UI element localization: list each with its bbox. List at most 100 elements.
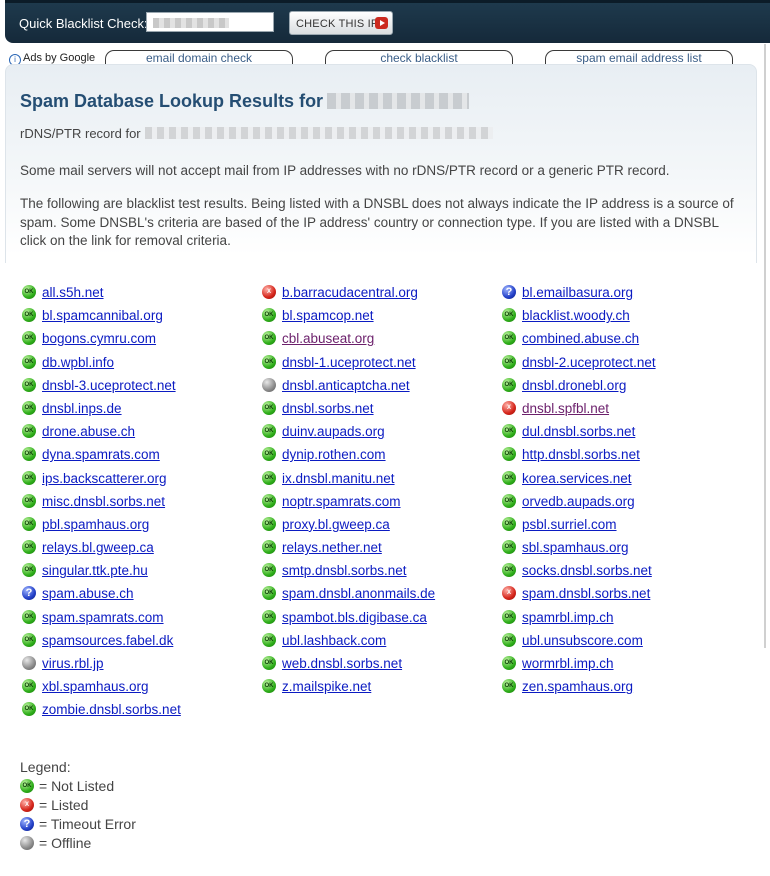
dnsbl-link[interactable]: proxy.bl.gweep.ca bbox=[282, 517, 390, 532]
dnsbl-link[interactable]: xbl.spamhaus.org bbox=[42, 679, 149, 694]
ok-status-icon: OK bbox=[262, 516, 276, 531]
ok-status-icon: OK bbox=[262, 586, 276, 601]
dnsbl-link[interactable]: dul.dnsbl.sorbs.net bbox=[522, 424, 635, 439]
dnsbl-link[interactable]: smtp.dnsbl.sorbs.net bbox=[282, 563, 407, 578]
dnsbl-link[interactable]: z.mailspike.net bbox=[282, 679, 371, 694]
ok-status-icon: OK bbox=[262, 400, 276, 415]
dnsbl-link[interactable]: bl.spamcannibal.org bbox=[42, 308, 163, 323]
dnsbl-link[interactable]: bl.emailbasura.org bbox=[522, 285, 633, 300]
ptr-note: Some mail servers will not accept mail f… bbox=[20, 163, 670, 178]
dnsbl-link[interactable]: zen.spamhaus.org bbox=[522, 679, 633, 694]
dnsbl-link[interactable]: all.s5h.net bbox=[42, 285, 104, 300]
ok-status-icon: OK bbox=[262, 331, 276, 346]
dnsbl-link[interactable]: spam.abuse.ch bbox=[42, 586, 134, 601]
check-ip-button[interactable]: CHECK THIS IP bbox=[289, 11, 393, 35]
dnsbl-link[interactable]: dnsbl-3.uceprotect.net bbox=[42, 378, 176, 393]
offline-status-icon bbox=[262, 377, 276, 392]
dnsbl-link[interactable]: spam.dnsbl.sorbs.net bbox=[522, 586, 650, 601]
legend-item: ? = Timeout Error bbox=[20, 816, 136, 835]
dnsbl-link[interactable]: ix.dnsbl.manitu.net bbox=[282, 471, 395, 486]
ok-status-icon: OK bbox=[262, 679, 276, 694]
ok-status-icon: OK bbox=[262, 470, 276, 485]
ok-status-icon: OK bbox=[262, 540, 276, 555]
dnsbl-link[interactable]: misc.dnsbl.sorbs.net bbox=[42, 494, 165, 509]
top-bar-rim bbox=[5, 0, 770, 3]
legend: Legend: OK = Not Listed X = Listed? = Timeou… bbox=[20, 759, 136, 854]
offline-status-icon bbox=[20, 836, 34, 850]
ok-status-icon: OK bbox=[502, 540, 516, 555]
dnsbl-link[interactable]: dyna.spamrats.com bbox=[42, 447, 160, 462]
dnsbl-link[interactable]: dnsbl.inps.de bbox=[42, 401, 122, 416]
ok-status-icon: OK bbox=[502, 656, 516, 670]
ok-status-icon: OK bbox=[22, 285, 36, 299]
dnsbl-link[interactable]: blacklist.woody.ch bbox=[522, 308, 630, 323]
dnsbl-link[interactable]: dnsbl.spfbl.net bbox=[522, 401, 609, 416]
ok-status-icon: OK bbox=[502, 377, 516, 392]
dnsbl-link[interactable]: b.barracudacentral.org bbox=[282, 285, 418, 300]
dnsbl-link[interactable]: dnsbl.sorbs.net bbox=[282, 401, 374, 416]
redacted-rdns bbox=[144, 127, 493, 139]
ok-status-icon: OK bbox=[502, 609, 516, 624]
play-icon bbox=[375, 17, 388, 29]
dnsbl-link[interactable]: dynip.rothen.com bbox=[282, 447, 386, 462]
dnsbl-link[interactable]: dnsbl.dronebl.org bbox=[522, 378, 626, 393]
offline-status-icon bbox=[22, 656, 36, 670]
rdns-label: rDNS/PTR record for bbox=[20, 126, 141, 141]
dnsbl-link[interactable]: bl.spamcop.net bbox=[282, 308, 374, 323]
dnsbl-link[interactable]: bogons.cymru.com bbox=[42, 331, 156, 346]
ok-status-icon: OK bbox=[22, 563, 36, 578]
dnsbl-link[interactable]: web.dnsbl.sorbs.net bbox=[282, 656, 402, 671]
legend-item-label: = Not Listed bbox=[39, 778, 115, 794]
dnsbl-link[interactable]: virus.rbl.jp bbox=[42, 656, 104, 671]
ip-input[interactable] bbox=[146, 12, 274, 32]
ok-status-icon: OK bbox=[22, 516, 36, 531]
dnsbl-link[interactable]: relays.bl.gweep.ca bbox=[42, 540, 154, 555]
dnsbl-link[interactable]: db.wpbl.info bbox=[42, 355, 114, 370]
ok-status-icon: OK bbox=[22, 470, 36, 485]
ok-status-icon: OK bbox=[262, 424, 276, 439]
dnsbl-link[interactable]: zombie.dnsbl.sorbs.net bbox=[42, 702, 181, 717]
dnsbl-link[interactable]: relays.nether.net bbox=[282, 540, 382, 555]
ok-status-icon: OK bbox=[22, 493, 36, 508]
dnsbl-link[interactable]: spamsources.fabel.dk bbox=[42, 633, 173, 648]
dnsbl-link[interactable]: singular.ttk.pte.hu bbox=[42, 563, 148, 578]
dnsbl-link[interactable]: orvedb.aupads.org bbox=[522, 494, 635, 509]
dnsbl-link[interactable]: korea.services.net bbox=[522, 471, 632, 486]
dnsbl-link[interactable]: pbl.spamhaus.org bbox=[42, 517, 149, 532]
legend-title: Legend: bbox=[20, 759, 71, 775]
dnsbl-link[interactable]: ips.backscatterer.org bbox=[42, 471, 167, 486]
dnsbl-link[interactable]: ubl.lashback.com bbox=[282, 633, 386, 648]
dnsbl-link[interactable]: spam.spamrats.com bbox=[42, 610, 164, 625]
dnsbl-link[interactable]: combined.abuse.ch bbox=[522, 331, 639, 346]
dnsbl-link[interactable]: noptr.spamrats.com bbox=[282, 494, 401, 509]
ok-status-icon: OK bbox=[22, 400, 36, 415]
ok-status-icon: OK bbox=[262, 493, 276, 508]
dnsbl-link[interactable]: wormrbl.imp.ch bbox=[522, 656, 614, 671]
dnsbl-link[interactable]: socks.dnsbl.sorbs.net bbox=[522, 563, 652, 578]
ok-status-icon: OK bbox=[502, 632, 516, 647]
dnsbl-link[interactable]: http.dnsbl.sorbs.net bbox=[522, 447, 640, 462]
ok-status-icon: OK bbox=[262, 656, 276, 670]
dnsbl-link[interactable]: sbl.spamhaus.org bbox=[522, 540, 629, 555]
ok-status-icon: OK bbox=[502, 308, 516, 323]
dnsbl-link[interactable]: psbl.surriel.com bbox=[522, 517, 617, 532]
ok-status-icon: OK bbox=[22, 702, 36, 717]
dnsbl-link[interactable]: drone.abuse.ch bbox=[42, 424, 135, 439]
legend-item-label: = Listed bbox=[39, 797, 89, 813]
dnsbl-link[interactable]: dnsbl.anticaptcha.net bbox=[282, 378, 410, 393]
dnsbl-link[interactable]: ubl.unsubscore.com bbox=[522, 633, 643, 648]
ok-status-icon: OK bbox=[502, 563, 516, 578]
dnsbl-link[interactable]: dnsbl-2.uceprotect.net bbox=[522, 355, 656, 370]
ok-status-icon: OK bbox=[502, 447, 516, 462]
dnsbl-link[interactable]: spamrbl.imp.ch bbox=[522, 610, 614, 625]
dnsbl-link[interactable]: duinv.aupads.org bbox=[282, 424, 385, 439]
ok-status-icon: OK bbox=[22, 679, 36, 694]
ok-status-icon: OK bbox=[502, 470, 516, 485]
quick-check-label: Quick Blacklist Check: bbox=[19, 16, 148, 31]
dnsbl-link[interactable]: spam.dnsbl.anonmails.de bbox=[282, 586, 435, 601]
ok-status-icon: OK bbox=[502, 331, 516, 346]
dnsbl-link[interactable]: dnsbl-1.uceprotect.net bbox=[282, 355, 416, 370]
dnsbl-link[interactable]: spambot.bls.digibase.ca bbox=[282, 610, 427, 625]
ok-status-icon: OK bbox=[22, 377, 36, 392]
dnsbl-link[interactable]: cbl.abuseat.org bbox=[282, 331, 374, 346]
